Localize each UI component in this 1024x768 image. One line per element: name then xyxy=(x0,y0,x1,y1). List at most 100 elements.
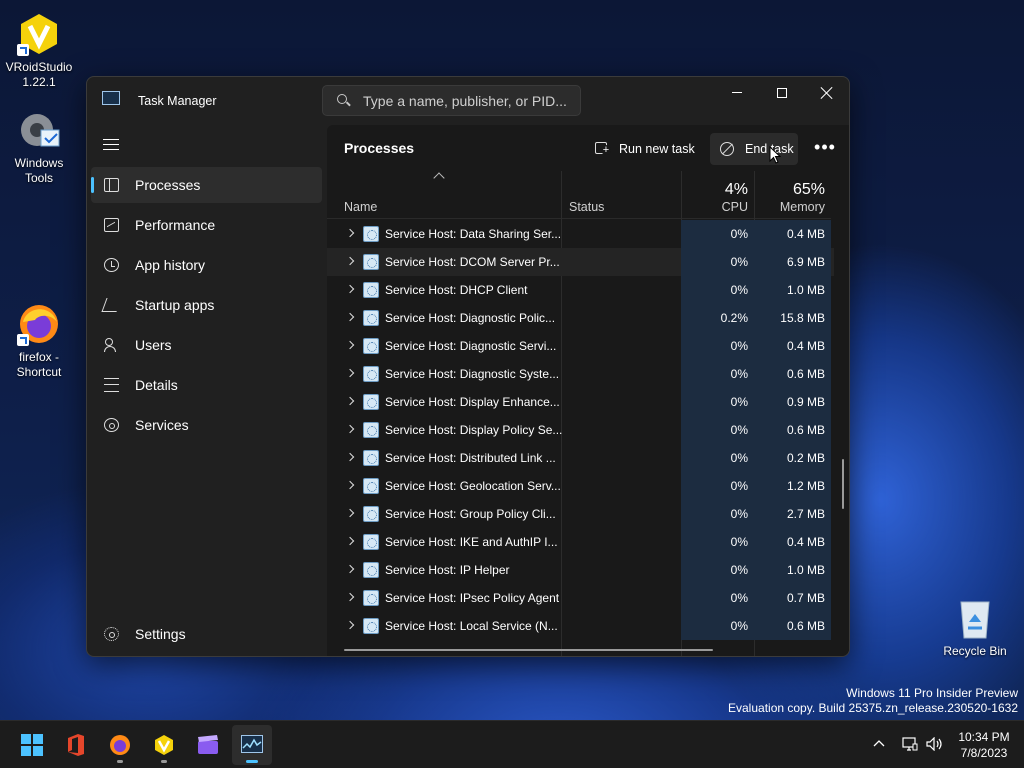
table-row[interactable]: Service Host: Data Sharing Ser... 0% 0.4 M… xyxy=(327,220,834,248)
chevron-right-icon[interactable] xyxy=(345,508,355,518)
table-row[interactable]: Service Host: DHCP Client 0% 1.0 MB xyxy=(327,276,834,304)
task-manager-icon xyxy=(102,91,120,105)
sidebar-item-performance[interactable]: Performance xyxy=(91,207,322,243)
run-new-task-icon xyxy=(595,142,611,155)
process-list: Service Host: Data Sharing Ser... 0% 0.4 M… xyxy=(327,220,834,640)
process-name: Service Host: Local Service (N... xyxy=(385,619,558,633)
chevron-right-icon[interactable] xyxy=(345,480,355,490)
desktop-icon-windows-tools[interactable]: Windows Tools xyxy=(1,108,77,186)
horizontal-scrollbar[interactable] xyxy=(344,649,713,651)
chevron-right-icon[interactable] xyxy=(345,312,355,322)
sidebar-item-processes[interactable]: Processes xyxy=(91,167,322,203)
taskbar-clipchamp[interactable] xyxy=(188,725,228,765)
column-label-memory: Memory xyxy=(779,200,825,214)
sidebar-item-services[interactable]: Services xyxy=(91,407,322,443)
taskbar-task-manager[interactable] xyxy=(232,725,272,765)
volume-icon[interactable] xyxy=(926,737,944,751)
cpu-value: 0% xyxy=(730,619,748,633)
vroid-studio-icon xyxy=(155,735,173,755)
process-name: Service Host: DCOM Server Pr... xyxy=(385,255,560,269)
table-row[interactable]: Service Host: IPsec Policy Agent 0% 0.7 MB xyxy=(327,584,834,612)
close-button[interactable] xyxy=(804,77,849,107)
memory-value: 1.2 MB xyxy=(786,479,825,493)
memory-value: 0.4 MB xyxy=(786,227,825,241)
table-row[interactable]: Service Host: Display Policy Se... 0% 0.6 … xyxy=(327,416,834,444)
table-row[interactable]: Service Host: Display Enhance... 0% 0.9 MB xyxy=(327,388,834,416)
taskbar-firefox[interactable] xyxy=(100,725,140,765)
details-icon xyxy=(104,378,119,392)
process-name: Service Host: Diagnostic Syste... xyxy=(385,367,560,381)
chevron-right-icon[interactable] xyxy=(345,592,355,602)
sidebar-item-users[interactable]: Users xyxy=(91,327,322,363)
memory-value: 15.8 MB xyxy=(780,311,825,325)
taskbar-office[interactable] xyxy=(56,725,96,765)
table-row[interactable]: Service Host: IKE and AuthIP I... 0% 0.4 M… xyxy=(327,528,834,556)
chevron-right-icon[interactable] xyxy=(345,228,355,238)
taskbar-vroid[interactable] xyxy=(144,725,184,765)
page-title: Processes xyxy=(344,140,415,156)
sidebar-item-app-history[interactable]: App history xyxy=(91,247,322,283)
maximize-icon xyxy=(777,87,787,98)
column-header-name[interactable]: Name xyxy=(327,171,561,219)
desktop-icon-label: Recycle Bin xyxy=(943,644,1007,658)
clock[interactable]: 10:34 PM 7/8/2023 xyxy=(950,729,1018,761)
minimize-button[interactable] xyxy=(714,77,760,107)
table-row[interactable]: Service Host: Local Service (N... 0% 0.6 M… xyxy=(327,612,834,640)
watermark-line1: Windows 11 Pro Insider Preview xyxy=(846,686,1018,700)
table-row[interactable]: Service Host: Diagnostic Servi... 0% 0.4 M… xyxy=(327,332,834,360)
chevron-right-icon[interactable] xyxy=(345,424,355,434)
memory-value: 0.6 MB xyxy=(786,423,825,437)
column-header-status[interactable]: Status xyxy=(562,171,681,219)
chevron-up-icon[interactable] xyxy=(873,739,885,747)
title-bar[interactable]: Task Manager xyxy=(87,77,849,125)
chevron-right-icon[interactable] xyxy=(345,368,355,378)
search-input[interactable] xyxy=(363,90,573,111)
hamburger-menu-icon[interactable] xyxy=(103,139,119,151)
chevron-right-icon[interactable] xyxy=(345,284,355,294)
table-row[interactable]: Service Host: Geolocation Serv... 0% 1.2 M… xyxy=(327,472,834,500)
mouse-cursor-icon xyxy=(769,146,781,164)
memory-value: 0.4 MB xyxy=(786,339,825,353)
more-options-button[interactable]: ••• xyxy=(809,133,841,165)
chevron-right-icon[interactable] xyxy=(345,396,355,406)
end-task-button[interactable]: End task xyxy=(710,133,798,165)
services-icon xyxy=(104,418,119,432)
cpu-value: 0% xyxy=(730,339,748,353)
process-name: Service Host: Diagnostic Polic... xyxy=(385,311,556,325)
table-row[interactable]: Service Host: DCOM Server Pr... 0% 6.9 MB xyxy=(327,248,834,276)
search-box[interactable] xyxy=(322,85,581,116)
chevron-right-icon[interactable] xyxy=(345,536,355,546)
table-row[interactable]: Service Host: Diagnostic Syste... 0% 0.6 M… xyxy=(327,360,834,388)
network-icon[interactable] xyxy=(902,737,918,751)
chevron-right-icon[interactable] xyxy=(345,340,355,350)
desktop-icon-recycle-bin[interactable]: Recycle Bin xyxy=(937,596,1013,659)
run-new-task-button[interactable]: Run new task xyxy=(585,133,695,165)
maximize-button[interactable] xyxy=(759,77,805,107)
cpu-value: 0% xyxy=(730,507,748,521)
windows-watermark: Windows 11 Pro Insider Preview Evaluatio… xyxy=(728,686,1018,716)
column-header-memory[interactable]: 65% Memory xyxy=(755,171,831,219)
chevron-right-icon[interactable] xyxy=(345,256,355,266)
table-row[interactable]: Service Host: Diagnostic Polic... 0.2% 15.… xyxy=(327,304,834,332)
sidebar-item-startup-apps[interactable]: Startup apps xyxy=(91,287,322,323)
minimize-icon xyxy=(732,92,742,94)
chevron-right-icon[interactable] xyxy=(345,564,355,574)
sidebar-item-settings[interactable]: Settings xyxy=(91,616,322,652)
service-host-icon xyxy=(363,366,379,382)
sidebar-item-details[interactable]: Details xyxy=(91,367,322,403)
table-row[interactable]: Service Host: IP Helper 0% 1.0 MB xyxy=(327,556,834,584)
start-button[interactable] xyxy=(12,725,52,765)
vertical-scrollbar[interactable] xyxy=(842,459,844,509)
desktop-icon-vroid[interactable]: VRoidStudio 1.22.1 xyxy=(1,12,77,90)
memory-value: 2.7 MB xyxy=(786,507,825,521)
column-label-name: Name xyxy=(344,200,378,214)
table-row[interactable]: Service Host: Distributed Link ... 0% 0.2 … xyxy=(327,444,834,472)
service-host-icon xyxy=(363,590,379,606)
memory-total: 65% xyxy=(792,181,825,198)
column-header-cpu[interactable]: 4% CPU xyxy=(682,171,754,219)
sidebar-item-label: Performance xyxy=(135,217,216,233)
desktop-icon-firefox[interactable]: firefox - Shortcut xyxy=(1,302,77,380)
table-row[interactable]: Service Host: Group Policy Cli... 0% 2.7 M… xyxy=(327,500,834,528)
chevron-right-icon[interactable] xyxy=(345,620,355,630)
chevron-right-icon[interactable] xyxy=(345,452,355,462)
